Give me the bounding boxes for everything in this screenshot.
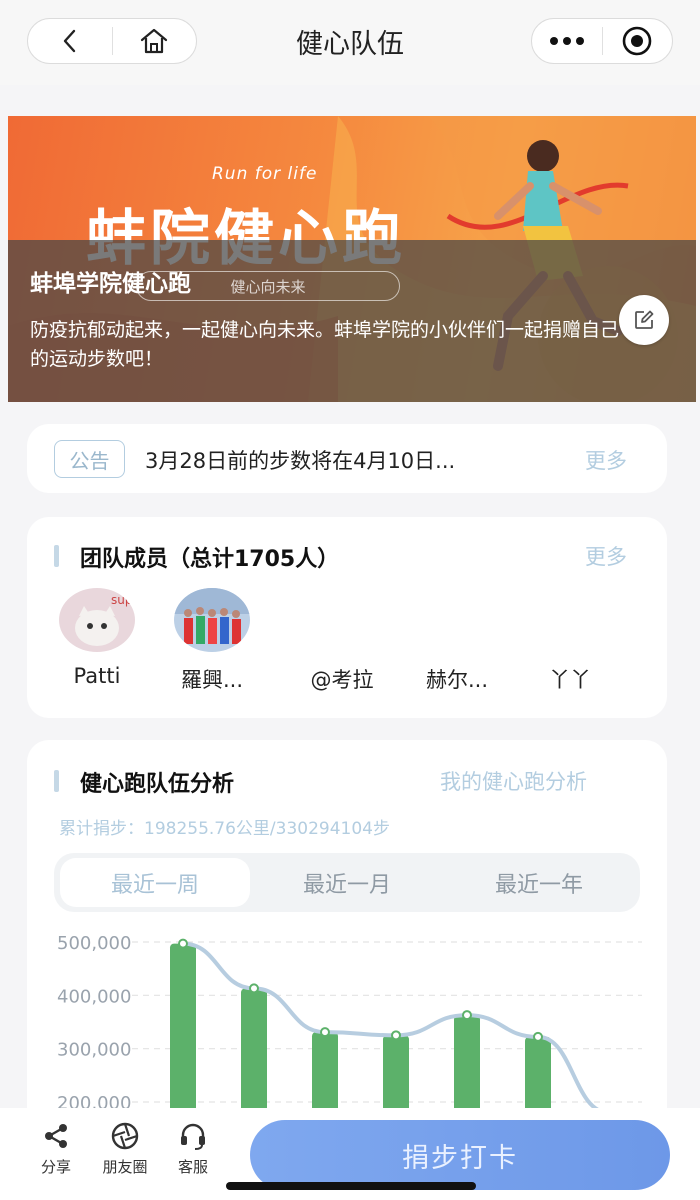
share-label: 分享 xyxy=(40,1158,71,1176)
banner-heading: 蚌埠学院健心跑 xyxy=(30,271,191,297)
target-icon xyxy=(622,26,652,56)
data-point xyxy=(462,1010,472,1021)
section-marker xyxy=(54,545,59,567)
notice-card[interactable]: 公告 3月28日前的步数将在4月10日... 更多 xyxy=(27,424,667,493)
member-name: 赫尔... xyxy=(425,668,489,692)
moments-label: 朋友圈 xyxy=(102,1158,148,1176)
member-name: 丫丫 xyxy=(549,668,591,692)
home-indicator xyxy=(226,1182,476,1190)
camera-shutter-icon xyxy=(111,1122,139,1150)
service-label: 客服 xyxy=(177,1158,208,1176)
share-button[interactable]: 分享 xyxy=(26,1122,86,1177)
data-point xyxy=(391,1030,401,1041)
y-tick-label: 300,000 xyxy=(57,1040,131,1061)
back-button[interactable] xyxy=(28,19,112,63)
share-icon xyxy=(45,1124,67,1148)
y-tick-label: 400,000 xyxy=(57,986,131,1007)
member-name: Patti xyxy=(73,664,121,688)
more-dots-icon xyxy=(549,37,584,45)
avatar: sup xyxy=(59,588,135,652)
y-tick-label: 500,000 xyxy=(57,933,131,954)
checkin-button[interactable]: 捐步打卡 xyxy=(250,1120,670,1190)
data-point xyxy=(249,983,259,994)
member-item[interactable]: sup Patti xyxy=(47,588,147,688)
data-point xyxy=(320,1027,330,1038)
team-banner: Run for life 蚌院健心跑 健心向未来 蚌埠学院健心跑 防疫抗郁动起来… xyxy=(8,116,696,402)
member-name: @考拉 xyxy=(310,668,374,692)
members-more-link[interactable]: 更多 xyxy=(585,541,627,571)
service-button[interactable]: 客服 xyxy=(163,1122,223,1177)
home-icon xyxy=(141,28,168,54)
nav-capsule-right xyxy=(531,18,673,64)
svg-text:sup: sup xyxy=(111,593,132,607)
chevron-left-icon xyxy=(63,29,75,53)
notice-text: 3月28日前的步数将在4月10日... xyxy=(145,449,456,473)
edit-team-button[interactable] xyxy=(619,295,669,345)
notice-badge: 公告 xyxy=(54,440,125,478)
nav-capsule-left xyxy=(27,18,197,64)
member-name: 羅興... xyxy=(180,668,244,692)
more-button[interactable] xyxy=(532,19,602,63)
moments-button[interactable]: 朋友圈 xyxy=(95,1122,155,1177)
member-item[interactable]: 羅興... xyxy=(162,588,262,692)
members-title: 团队成员（总计1705人） xyxy=(80,547,340,572)
home-button[interactable] xyxy=(113,19,197,63)
avatar xyxy=(174,588,250,652)
banner-description: 防疫抗郁动起来，一起健心向未来。蚌埠学院的小伙伴们一起捐赠自己的运动步数吧！ xyxy=(30,319,620,370)
edit-icon xyxy=(635,310,654,329)
members-card: 团队成员（总计1705人） 更多 sup Patti 羅興... @考拉 赫尔.… xyxy=(27,517,667,718)
close-miniprogram-button[interactable] xyxy=(603,19,673,63)
data-point xyxy=(533,1031,543,1042)
notice-more-link[interactable]: 更多 xyxy=(585,445,627,475)
headset-icon xyxy=(181,1123,205,1150)
data-point xyxy=(178,938,188,949)
top-nav-bar: 健心队伍 xyxy=(0,0,700,85)
banner-tagline: Run for life xyxy=(212,164,318,184)
